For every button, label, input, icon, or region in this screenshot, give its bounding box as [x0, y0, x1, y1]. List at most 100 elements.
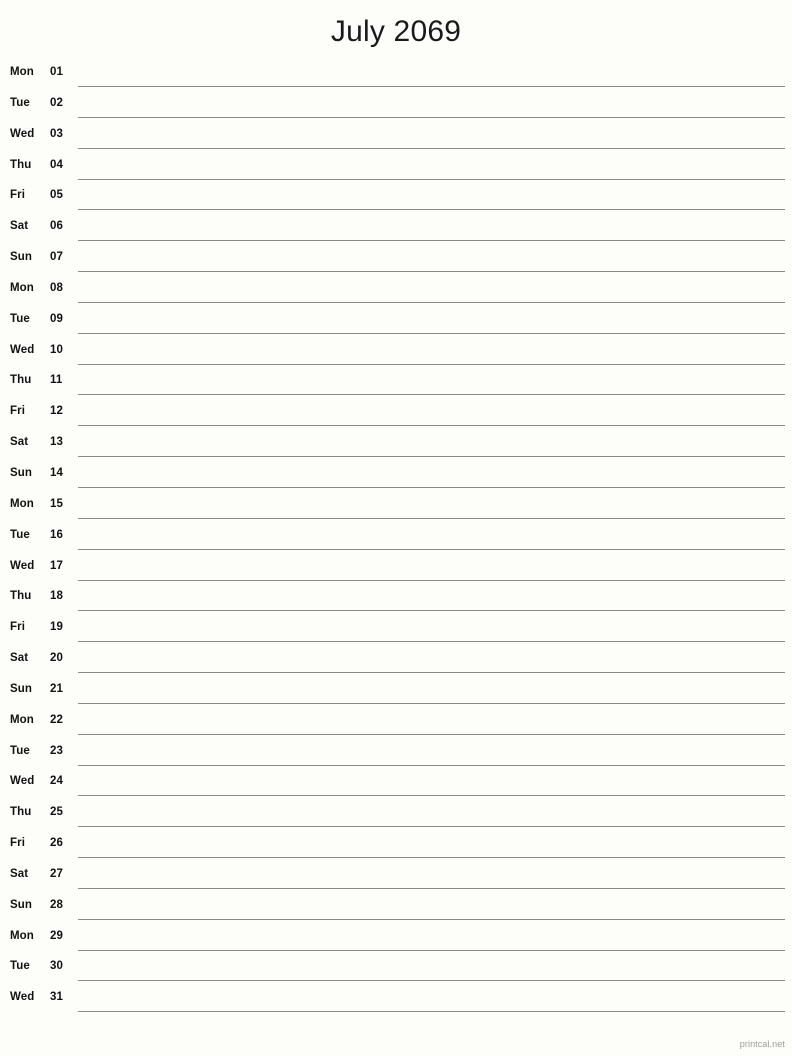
day-row: Mon 08 [0, 278, 792, 309]
day-row: Tue 30 [0, 956, 792, 987]
day-number: 26 [50, 837, 63, 850]
day-row: Tue 02 [0, 93, 792, 124]
day-row: Thu 18 [0, 586, 792, 617]
writing-line[interactable] [78, 394, 785, 396]
weekday-label: Wed [10, 343, 35, 356]
weekday-label: Sun [10, 466, 33, 479]
weekday-label: Sat [10, 220, 29, 233]
day-number: 21 [50, 682, 63, 695]
footer-attribution: printcal.net [739, 1039, 785, 1049]
weekday-label: Tue [10, 96, 30, 109]
weekday-label: Mon [10, 497, 34, 510]
writing-line[interactable] [78, 486, 785, 488]
day-row: Fri 26 [0, 833, 792, 864]
writing-line[interactable] [78, 240, 785, 242]
writing-line[interactable] [78, 918, 785, 920]
writing-line[interactable] [78, 980, 785, 982]
day-number: 30 [50, 960, 63, 973]
writing-line[interactable] [78, 672, 785, 674]
day-row: Tue 16 [0, 525, 792, 556]
writing-line[interactable] [78, 147, 785, 149]
writing-line[interactable] [78, 764, 785, 766]
writing-line[interactable] [78, 548, 785, 550]
day-row: Tue 09 [0, 309, 792, 340]
weekday-label: Mon [10, 713, 34, 726]
weekday-label: Fri [10, 837, 25, 850]
day-number: 17 [50, 559, 63, 572]
writing-line[interactable] [78, 579, 785, 581]
day-number: 19 [50, 621, 63, 634]
day-row: Sun 14 [0, 463, 792, 494]
writing-line[interactable] [78, 116, 785, 118]
writing-line[interactable] [78, 857, 785, 859]
weekday-label: Fri [10, 405, 25, 418]
day-number: 24 [50, 775, 63, 788]
page-title: July 2069 [330, 15, 462, 48]
writing-line[interactable] [78, 332, 785, 334]
day-number: 23 [50, 744, 63, 757]
writing-line[interactable] [78, 209, 785, 211]
day-number: 02 [50, 96, 63, 109]
weekday-label: Sun [10, 682, 33, 695]
day-row: Fri 12 [0, 401, 792, 432]
writing-line[interactable] [78, 733, 785, 735]
writing-line[interactable] [78, 271, 785, 273]
weekday-label: Wed [10, 775, 35, 788]
weekday-label: Thu [10, 806, 32, 819]
day-number: 09 [50, 312, 63, 325]
weekday-label: Wed [10, 991, 35, 1004]
writing-line[interactable] [78, 456, 785, 458]
writing-line[interactable] [78, 363, 785, 365]
day-row: Mon 29 [0, 926, 792, 957]
day-row: Fri 05 [0, 185, 792, 216]
writing-line[interactable] [78, 702, 785, 704]
day-number: 08 [50, 281, 63, 294]
day-row: Sat 13 [0, 432, 792, 463]
writing-line[interactable] [78, 1011, 785, 1013]
day-number: 20 [50, 652, 63, 665]
day-row: Wed 17 [0, 556, 792, 587]
writing-line[interactable] [78, 887, 785, 889]
weekday-label: Mon [10, 281, 34, 294]
weekday-label: Mon [10, 929, 34, 942]
day-number: 12 [50, 405, 63, 418]
weekday-label: Tue [10, 960, 30, 973]
day-row: Sun 21 [0, 679, 792, 710]
day-number: 05 [50, 189, 63, 202]
day-row: Mon 15 [0, 494, 792, 525]
day-number: 29 [50, 929, 63, 942]
day-number: 04 [50, 158, 63, 171]
writing-line[interactable] [78, 826, 785, 828]
day-number: 07 [50, 251, 63, 264]
day-number: 11 [50, 374, 63, 387]
weekday-label: Thu [10, 374, 32, 387]
writing-line[interactable] [78, 301, 785, 303]
weekday-label: Thu [10, 590, 32, 603]
writing-line[interactable] [78, 517, 785, 519]
writing-line[interactable] [78, 86, 785, 87]
writing-line[interactable] [78, 610, 785, 612]
writing-line[interactable] [78, 178, 785, 180]
writing-line[interactable] [78, 425, 785, 427]
day-row: Sat 20 [0, 648, 792, 679]
weekday-label: Mon [10, 66, 34, 78]
writing-line[interactable] [78, 795, 785, 797]
day-row-list: Mon 01 Tue 02 Wed 03 Thu 04 Fri 05 Sat 06 Sun 07 Mon 08… [0, 62, 792, 1018]
day-row: Wed 31 [0, 987, 792, 1018]
day-row: Thu 11 [0, 370, 792, 401]
writing-line[interactable] [78, 949, 785, 951]
day-number: 22 [50, 713, 63, 726]
writing-line[interactable] [78, 641, 785, 643]
weekday-label: Sun [10, 251, 33, 264]
weekday-label: Thu [10, 158, 32, 171]
day-row: Mon 01 [0, 62, 792, 93]
weekday-label: Sat [10, 652, 29, 665]
day-number: 03 [50, 127, 63, 140]
day-number: 27 [50, 867, 63, 880]
day-row: Mon 22 [0, 710, 792, 741]
weekday-label: Sat [10, 436, 29, 449]
day-number: 28 [50, 898, 63, 911]
day-number: 14 [50, 466, 63, 479]
day-row: Thu 04 [0, 155, 792, 186]
day-row: Sun 07 [0, 247, 792, 278]
